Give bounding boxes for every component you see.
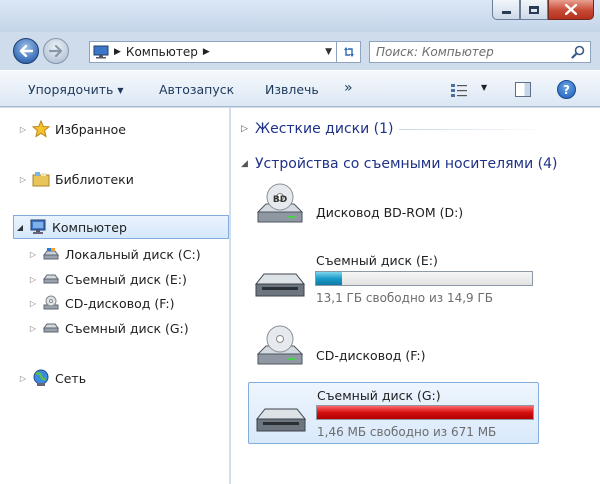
drive-usage-fill	[316, 272, 342, 285]
help-button[interactable]: ?	[557, 80, 576, 99]
bd-rom-drive-icon: BD	[256, 183, 304, 223]
arrow-left-icon	[19, 45, 33, 57]
close-button[interactable]	[548, 0, 594, 20]
breadcrumb-chevron-icon[interactable]: ▶	[203, 47, 210, 57]
maximize-button[interactable]	[520, 0, 548, 20]
group-divider	[399, 128, 550, 130]
nav-item-cd-drive-f[interactable]: ▷ CD-дисковод (F:)	[27, 291, 175, 315]
computer-icon	[30, 219, 46, 234]
nav-item-libraries[interactable]: ▷ Библиотеки	[17, 167, 134, 191]
forward-button[interactable]	[43, 38, 69, 64]
title-bar	[0, 0, 600, 32]
minimize-icon	[501, 11, 511, 14]
minimize-button[interactable]	[492, 0, 520, 20]
breadcrumb-computer[interactable]: Компьютер	[126, 45, 198, 59]
address-row: ▶ Компьютер ▶ ▼	[0, 32, 600, 70]
drive-free-space: 13,1 ГБ свободно из 14,9 ГБ	[316, 291, 494, 305]
more-commands-button[interactable]: »	[344, 80, 353, 96]
autoplay-button[interactable]: Автозапуск	[159, 82, 234, 97]
drive-usage-fill	[317, 406, 533, 419]
expand-arrow-icon[interactable]: ▷	[17, 125, 29, 134]
group-title: Устройства со съемными носителями (4)	[255, 156, 558, 172]
organize-label: Упорядочить	[28, 82, 114, 97]
nav-label: Избранное	[55, 121, 126, 137]
local-disk-icon	[43, 248, 59, 260]
group-header-removable[interactable]: ◢ Устройства со съемными носителями (4)	[241, 156, 557, 172]
content-pane: ▷ Жесткие диски (1) ◢ Устройства со съем…	[231, 108, 600, 484]
svg-text:BD: BD	[273, 195, 287, 205]
expand-arrow-icon[interactable]: ▷	[17, 175, 29, 184]
breadcrumb-chevron-icon[interactable]: ▶	[114, 47, 121, 57]
help-icon: ?	[563, 82, 570, 97]
nav-label: Компьютер	[52, 219, 127, 235]
nav-item-removable-disk-g[interactable]: ▷ Съемный диск (G:)	[27, 316, 189, 340]
computer-icon	[93, 45, 109, 59]
refresh-button[interactable]	[337, 41, 361, 63]
preview-pane-icon[interactable]	[515, 82, 531, 97]
libraries-icon	[32, 172, 50, 187]
cd-drive-icon	[43, 295, 59, 310]
drive-free-space: 1,46 МБ свободно из 671 МБ	[317, 425, 497, 439]
network-icon	[33, 369, 49, 386]
nav-label: CD-дисковод (F:)	[65, 295, 175, 311]
organize-button[interactable]: Упорядочить ▼	[28, 82, 124, 97]
group-header-hard-drives[interactable]: ▷ Жесткие диски (1)	[241, 121, 550, 137]
removable-drive-icon	[255, 408, 307, 432]
collapse-arrow-icon[interactable]: ◢	[14, 223, 26, 232]
collapse-arrow-icon[interactable]: ◢	[241, 159, 255, 169]
refresh-icon	[343, 47, 354, 57]
drive-item-removable-e[interactable]: Съемный диск (E:) 13,1 ГБ свободно из 14…	[248, 248, 538, 310]
cd-drive-icon	[256, 325, 304, 365]
expand-arrow-icon[interactable]: ▷	[27, 250, 39, 259]
chevron-down-icon: ▼	[117, 86, 124, 95]
window-controls	[492, 0, 594, 20]
drive-item-cd-f[interactable]: CD-дисковод (F:)	[248, 318, 538, 374]
navigation-pane: ▷ Избранное ▷ Библиотеки ◢ Компьютер ▷ Л…	[0, 108, 230, 484]
nav-label: Съемный диск (E:)	[65, 271, 187, 287]
nav-label: Сеть	[55, 370, 87, 386]
view-dropdown-icon[interactable]: ▼	[481, 83, 487, 92]
search-input[interactable]	[370, 42, 560, 62]
drive-name: Съемный диск (G:)	[317, 388, 441, 403]
nav-item-favorites[interactable]: ▷ Избранное	[17, 117, 126, 141]
expand-arrow-icon[interactable]: ▷	[27, 275, 39, 284]
group-title: Жесткие диски (1)	[255, 121, 394, 137]
search-box[interactable]	[369, 41, 591, 63]
nav-label: Библиотеки	[55, 171, 134, 187]
nav-item-local-disk-c[interactable]: ▷ Локальный диск (C:)	[27, 242, 201, 266]
change-view-icon[interactable]	[451, 83, 467, 97]
expand-arrow-icon[interactable]: ▷	[27, 299, 39, 308]
expand-arrow-icon[interactable]: ▷	[17, 374, 29, 383]
eject-button[interactable]: Извлечь	[265, 82, 319, 97]
drive-item-removable-g[interactable]: Съемный диск (G:) 1,46 МБ свободно из 67…	[248, 382, 539, 444]
address-bar[interactable]: ▶ Компьютер ▶ ▼	[89, 41, 337, 63]
maximize-icon	[529, 5, 539, 14]
drive-item-bd-rom-d[interactable]: BD Дисковод BD-ROM (D:)	[248, 178, 538, 230]
drive-name: CD-дисковод (F:)	[316, 348, 426, 363]
nav-label: Съемный диск (G:)	[65, 320, 189, 336]
close-icon	[565, 4, 577, 15]
drive-usage-bar	[315, 271, 533, 286]
removable-drive-icon	[43, 274, 59, 284]
expand-arrow-icon[interactable]: ▷	[27, 324, 39, 333]
address-dropdown-icon[interactable]: ▼	[325, 47, 332, 57]
star-icon	[32, 120, 50, 138]
nav-item-network[interactable]: ▷ Сеть	[17, 366, 86, 390]
nav-item-removable-disk-e[interactable]: ▷ Съемный диск (E:)	[27, 267, 187, 291]
drive-usage-bar	[316, 405, 534, 420]
removable-drive-icon	[254, 273, 306, 297]
arrow-right-icon	[49, 45, 63, 57]
drive-name: Дисковод BD-ROM (D:)	[316, 205, 464, 220]
command-bar: Упорядочить ▼ Автозапуск Извлечь » ▼ ?	[0, 70, 600, 107]
nav-item-computer[interactable]: ◢ Компьютер	[13, 215, 229, 239]
expand-arrow-icon[interactable]: ▷	[241, 124, 255, 134]
removable-drive-icon	[43, 323, 59, 333]
back-button[interactable]	[13, 38, 39, 64]
drive-name: Съемный диск (E:)	[316, 253, 438, 268]
search-icon[interactable]	[571, 45, 585, 59]
nav-label: Локальный диск (C:)	[65, 246, 201, 262]
